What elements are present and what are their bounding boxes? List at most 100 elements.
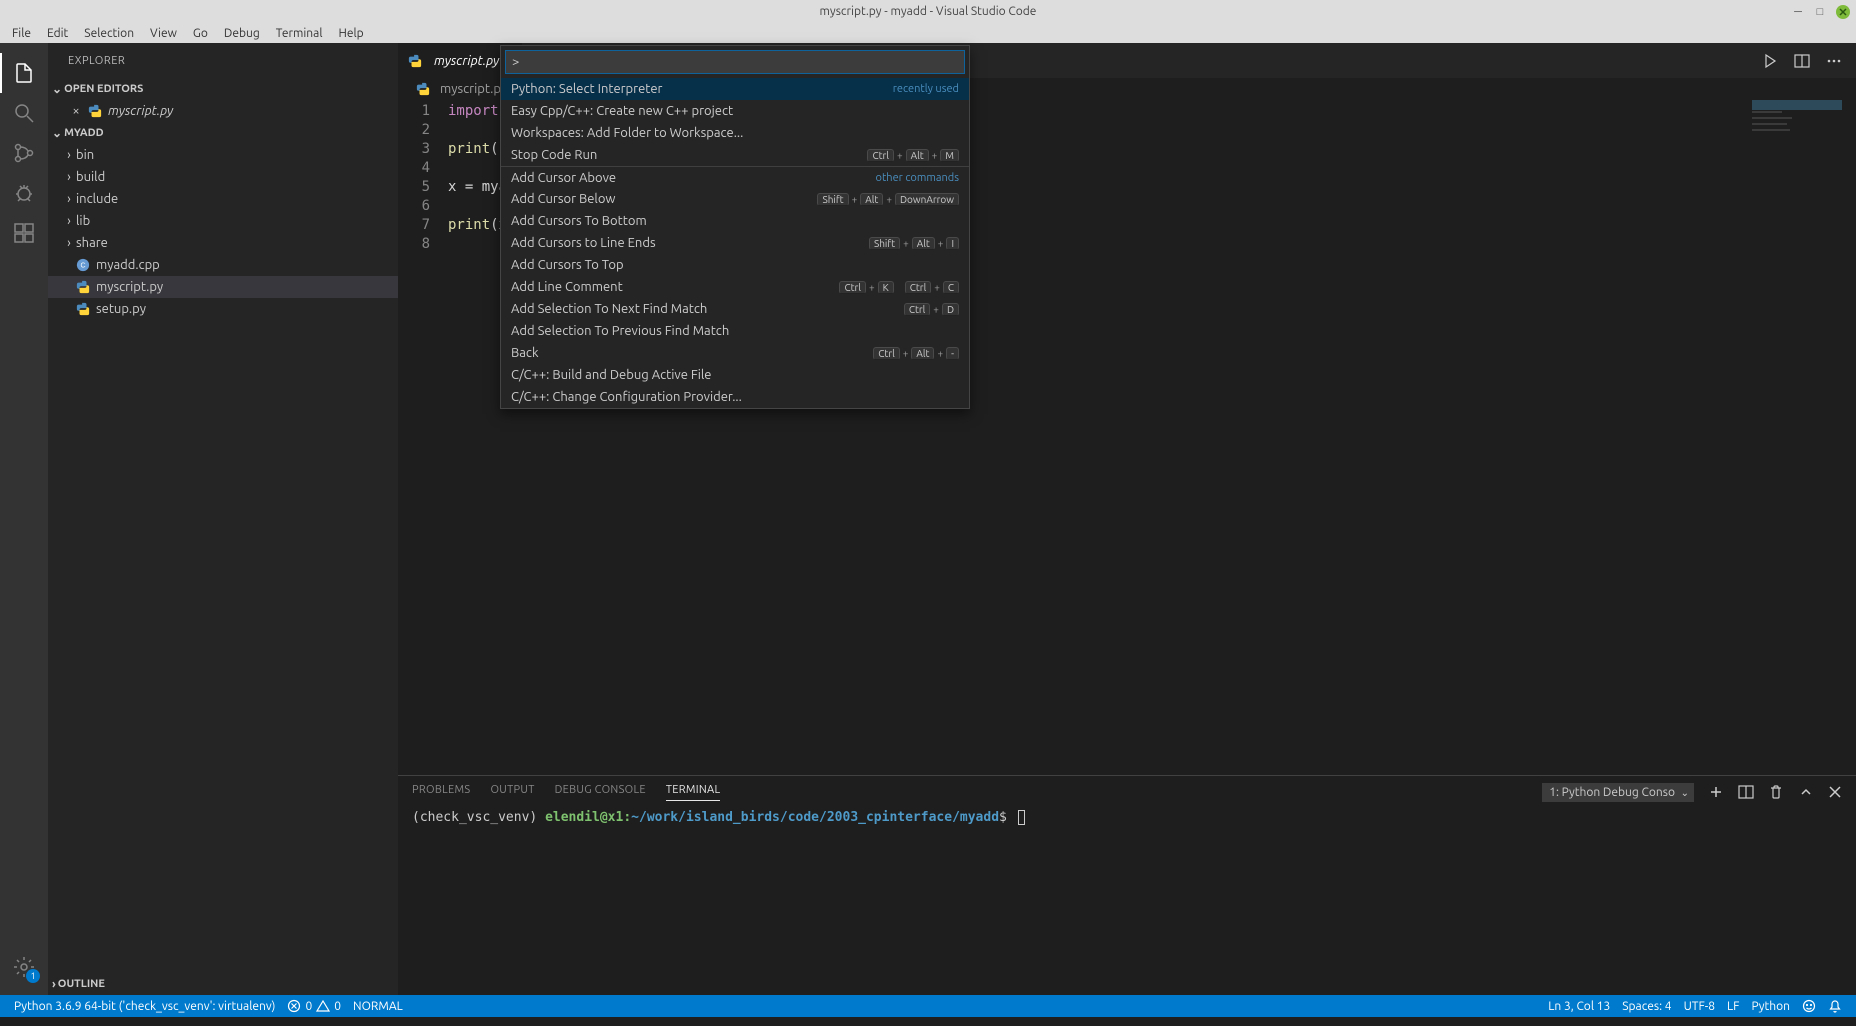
status-problems[interactable]: 0 0	[281, 999, 347, 1013]
chevron-right-icon: ›	[62, 192, 76, 206]
activity-settings[interactable]: 1	[0, 947, 48, 987]
menu-help[interactable]: Help	[330, 25, 371, 42]
status-vim-mode[interactable]: NORMAL	[347, 1000, 409, 1013]
status-language[interactable]: Python	[1745, 999, 1796, 1013]
command-palette-item[interactable]: Add Cursors To Top	[501, 254, 969, 276]
menu-terminal[interactable]: Terminal	[268, 25, 331, 42]
panel: PROBLEMS OUTPUT DEBUG CONSOLE TERMINAL 1…	[398, 775, 1856, 995]
command-palette-item[interactable]: BackCtrl+Alt+-	[501, 342, 969, 364]
chevron-right-icon: ›	[62, 214, 76, 228]
menu-file[interactable]: File	[4, 25, 39, 42]
activity-debug[interactable]	[0, 173, 48, 213]
panel-tabs: PROBLEMS OUTPUT DEBUG CONSOLE TERMINAL 1…	[398, 776, 1856, 808]
status-eol[interactable]: LF	[1721, 999, 1745, 1013]
menu-debug[interactable]: Debug	[216, 25, 268, 42]
maximize-button[interactable]: □	[1814, 6, 1826, 18]
menu-edit[interactable]: Edit	[39, 25, 76, 42]
chevron-down-icon: ⌄	[52, 126, 62, 140]
window-title: myscript.py - myadd - Visual Studio Code	[820, 5, 1037, 18]
sidebar: EXPLORER ⌄ OPEN EDITORS × myscript.py ⌄ …	[48, 43, 398, 995]
panel-tab-terminal[interactable]: TERMINAL	[666, 784, 721, 801]
sidebar-title: EXPLORER	[48, 43, 398, 78]
panel-tab-output[interactable]: OUTPUT	[490, 784, 534, 800]
new-terminal-icon[interactable]	[1708, 784, 1724, 800]
command-palette-item[interactable]: Add Cursors to Line EndsShift+Alt+I	[501, 232, 969, 254]
command-palette-item[interactable]: Add Selection To Next Find MatchCtrl+D	[501, 298, 969, 320]
project-header[interactable]: ⌄ MYADD	[48, 122, 398, 144]
menu-view[interactable]: View	[142, 25, 185, 42]
file-tree: ›bin›build›include›lib›shareCmyadd.cppmy…	[48, 144, 398, 320]
panel-tab-problems[interactable]: PROBLEMS	[412, 784, 470, 800]
outline-header[interactable]: › OUTLINE	[48, 973, 398, 995]
chevron-right-icon: ›	[62, 148, 76, 162]
tree-item[interactable]: ›share	[48, 232, 398, 254]
menu-go[interactable]: Go	[185, 25, 216, 42]
maximize-panel-icon[interactable]	[1798, 784, 1814, 800]
run-icon[interactable]	[1762, 53, 1778, 69]
python-file-icon	[408, 54, 422, 68]
status-bell-icon[interactable]	[1822, 999, 1848, 1013]
tree-item[interactable]: setup.py	[48, 298, 398, 320]
command-palette-item[interactable]: Add Cursor Aboveother commands	[501, 166, 969, 188]
command-palette-item[interactable]: C/C++: Build and Debug Active File	[501, 364, 969, 386]
titlebar: myscript.py - myadd - Visual Studio Code…	[0, 0, 1856, 23]
close-button[interactable]	[1836, 5, 1850, 19]
split-terminal-icon[interactable]	[1738, 784, 1754, 800]
python-file-icon	[416, 82, 430, 96]
activity-extensions[interactable]	[0, 213, 48, 253]
minimize-button[interactable]: ─	[1792, 6, 1804, 18]
open-editors-header[interactable]: ⌄ OPEN EDITORS	[48, 78, 398, 100]
tree-item[interactable]: Cmyadd.cpp	[48, 254, 398, 276]
command-palette-item[interactable]: Add Cursors To Bottom	[501, 210, 969, 232]
open-editor-item[interactable]: × myscript.py	[48, 100, 398, 122]
panel-tab-debug-console[interactable]: DEBUG CONSOLE	[555, 784, 646, 800]
status-feedback-icon[interactable]	[1796, 999, 1822, 1013]
activity-search[interactable]	[0, 93, 48, 133]
python-file-icon	[88, 104, 102, 118]
status-encoding[interactable]: UTF-8	[1678, 999, 1721, 1013]
activitybar: 1	[0, 43, 48, 995]
command-palette-input[interactable]: >	[505, 50, 965, 74]
tree-item[interactable]: ›build	[48, 166, 398, 188]
terminal-cursor	[1018, 810, 1025, 825]
command-palette-item[interactable]: Add Selection To Previous Find Match	[501, 320, 969, 342]
status-indentation[interactable]: Spaces: 4	[1616, 999, 1677, 1013]
tree-item[interactable]: ›bin	[48, 144, 398, 166]
menu-selection[interactable]: Selection	[76, 25, 142, 42]
svg-text:C: C	[80, 263, 85, 270]
command-palette-list: Python: Select Interpreterrecently usedE…	[501, 78, 969, 408]
command-palette-item[interactable]: C/C++: Change Configuration Provider...	[501, 386, 969, 408]
python-file-icon	[76, 302, 90, 316]
tree-item[interactable]: ›lib	[48, 210, 398, 232]
menubar: File Edit Selection View Go Debug Termin…	[0, 23, 1856, 43]
close-panel-icon[interactable]	[1828, 785, 1842, 799]
activity-scm[interactable]	[0, 133, 48, 173]
cpp-file-icon: C	[76, 258, 90, 272]
line-numbers: 12345678	[398, 100, 448, 775]
status-interpreter[interactable]: Python 3.6.9 64-bit ('check_vsc_venv': v…	[8, 1000, 281, 1013]
split-editor-icon[interactable]	[1794, 53, 1810, 69]
status-cursor-pos[interactable]: Ln 3, Col 13	[1542, 999, 1616, 1013]
chevron-down-icon: ⌄	[52, 82, 62, 96]
chevron-down-icon: ⌄	[1681, 787, 1689, 799]
tree-item[interactable]: myscript.py	[48, 276, 398, 298]
tree-item[interactable]: ›include	[48, 188, 398, 210]
command-palette-item[interactable]: Stop Code RunCtrl+Alt+M	[501, 144, 969, 166]
command-palette-item[interactable]: Add Cursor BelowShift+Alt+DownArrow	[501, 188, 969, 210]
more-icon[interactable]	[1826, 53, 1842, 69]
trash-icon[interactable]	[1768, 784, 1784, 800]
command-palette-item[interactable]: Add Line CommentCtrl+K Ctrl+C	[501, 276, 969, 298]
statusbar: Python 3.6.9 64-bit ('check_vsc_venv': v…	[0, 995, 1856, 1017]
terminal-body[interactable]: (check_vsc_venv) elendil@x1:~/work/islan…	[398, 808, 1856, 995]
close-icon[interactable]: ×	[68, 104, 84, 118]
activity-explorer[interactable]	[0, 53, 48, 93]
command-palette-item[interactable]: Easy Cpp/C++: Create new C++ project	[501, 100, 969, 122]
code-content[interactable]: import print( x = mya print(x	[448, 100, 507, 775]
settings-badge: 1	[26, 969, 40, 983]
terminal-select[interactable]: 1: Python Debug Conso ⌄	[1542, 783, 1694, 802]
minimap[interactable]	[1752, 100, 1842, 300]
command-palette-item[interactable]: Python: Select Interpreterrecently used	[501, 78, 969, 100]
command-palette: > Python: Select Interpreterrecently use…	[500, 45, 970, 409]
chevron-right-icon: ›	[62, 236, 76, 250]
command-palette-item[interactable]: Workspaces: Add Folder to Workspace...	[501, 122, 969, 144]
